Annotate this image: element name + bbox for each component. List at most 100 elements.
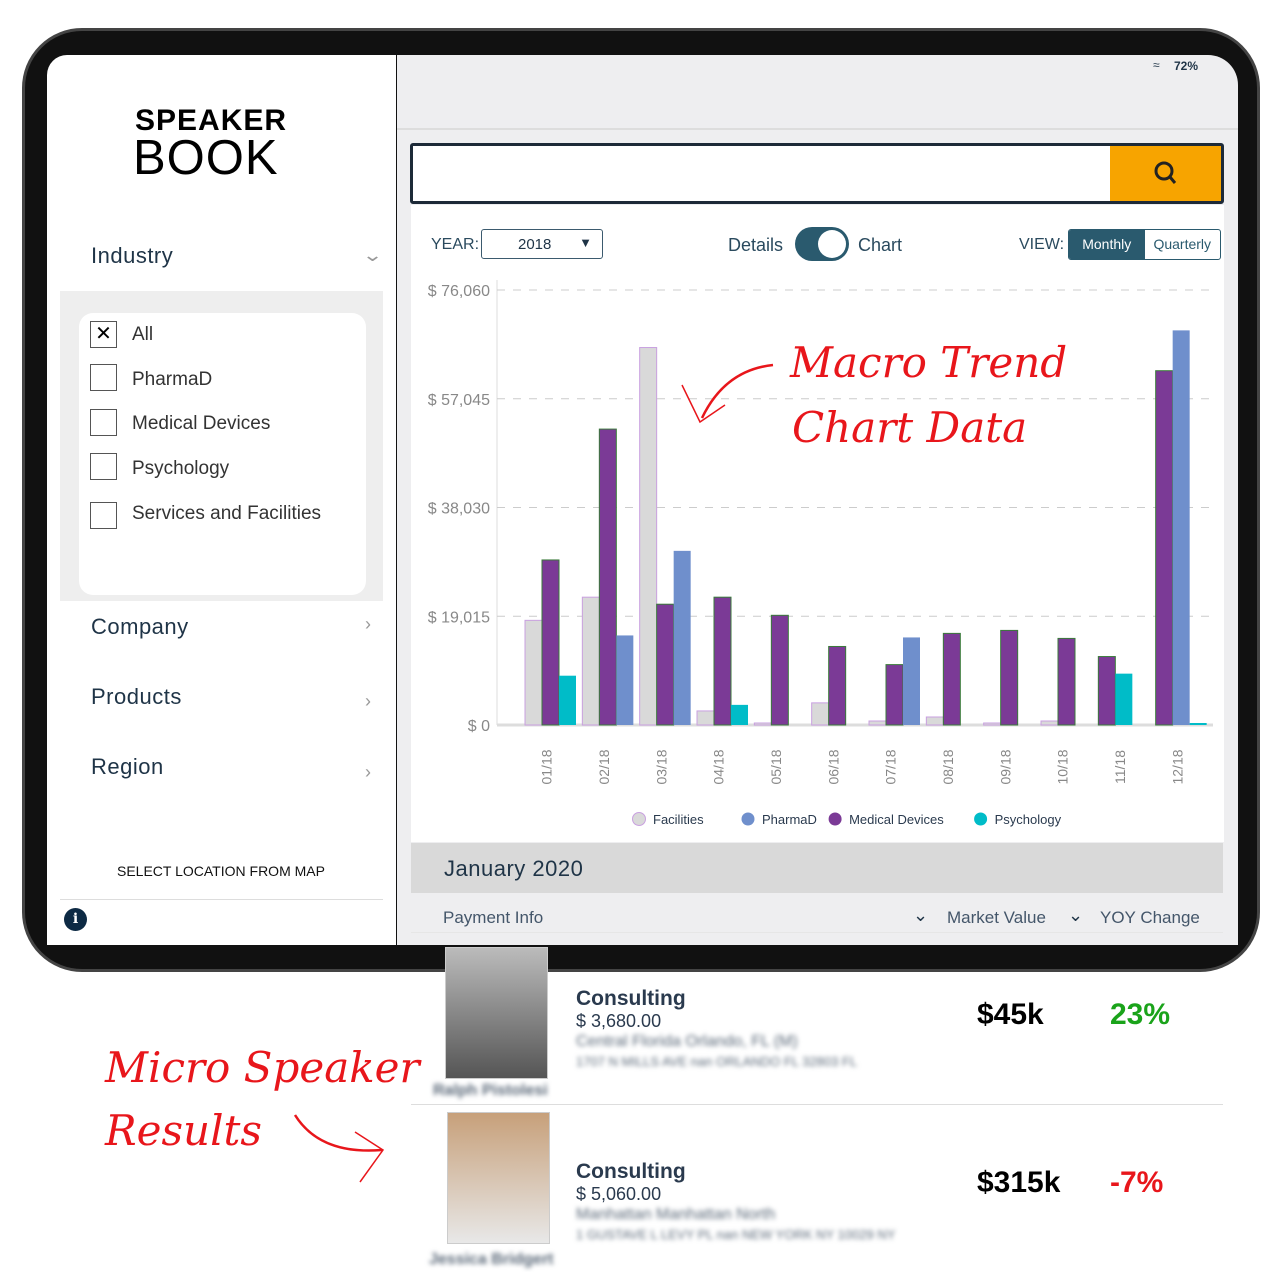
bar-facilities	[868, 720, 887, 726]
bar-pharmad	[673, 550, 691, 725]
option-label: All	[132, 324, 154, 345]
checkbox-services-facilities[interactable]	[90, 502, 117, 529]
speaker-name: Jessica Bridgert	[429, 1251, 554, 1268]
x-tick-label: 08/18	[940, 749, 956, 784]
payment-type: Consulting	[576, 1160, 686, 1183]
bar-facilities	[639, 347, 658, 726]
address: 1707 N MILLS AVE nan ORLANDO FL 32803 FL	[576, 1054, 858, 1069]
yoy-header[interactable]: YOY Change	[1100, 908, 1200, 928]
bar-facilities	[581, 596, 600, 726]
info-icon[interactable]: i	[64, 908, 87, 931]
bar-pharmad	[616, 635, 634, 725]
x-tick-label: 03/18	[653, 749, 669, 784]
legend-swatch	[974, 812, 988, 826]
bar-medical-devices	[598, 428, 617, 726]
bar-medical-devices	[541, 559, 560, 726]
legend-label: PharmaD	[762, 812, 817, 827]
legend-label: Medical Devices	[849, 812, 944, 827]
arrow-icon	[293, 1114, 385, 1183]
x-tick-label: 12/18	[1169, 749, 1185, 784]
annotation-micro-2: Results	[105, 1106, 262, 1155]
x-tick-label: 11/18	[1112, 750, 1128, 784]
checkbox-pharmad[interactable]	[90, 364, 117, 391]
chevron-right-icon[interactable]: ›	[365, 762, 371, 783]
bar-psychology	[1189, 722, 1207, 725]
view-segmented-control: Monthly Quarterly	[1068, 229, 1221, 260]
caret-down-icon: ▼	[579, 235, 592, 250]
bar-medical-devices	[656, 603, 675, 726]
view-label: VIEW:	[1019, 236, 1065, 253]
payment-type: Consulting	[576, 987, 686, 1010]
quarterly-button[interactable]: Quarterly	[1145, 230, 1221, 259]
bar-medical-devices	[1155, 370, 1174, 726]
bar-medical-devices	[713, 596, 732, 726]
search-icon	[1154, 161, 1177, 184]
payment-amount: $ 3,680.00	[576, 1011, 662, 1031]
legend-label: Psychology	[995, 812, 1062, 827]
bar-pharmad	[903, 637, 920, 725]
x-tick-label: 01/18	[539, 749, 555, 784]
bar-medical-devices	[942, 632, 961, 726]
legend-swatch	[632, 812, 646, 826]
list-item[interactable]: Ralph Pistolesi	[411, 940, 1223, 1105]
bar-psychology	[731, 704, 748, 725]
company-filter[interactable]: Company	[91, 614, 189, 640]
bar-medical-devices	[885, 664, 904, 726]
y-tick-label: $ 19,015	[428, 609, 490, 626]
annotation-micro-1: Micro Speaker	[105, 1043, 420, 1092]
products-filter[interactable]: Products	[91, 684, 182, 710]
avatar	[447, 1112, 550, 1244]
chevron-right-icon[interactable]: ›	[365, 614, 371, 635]
bar-psychology	[559, 675, 576, 725]
year-select[interactable]: 2018 ▼	[481, 229, 603, 259]
industry-filter[interactable]: Industry	[91, 243, 173, 269]
market-value: $315k	[977, 1166, 1061, 1199]
bar-facilities	[983, 722, 1002, 726]
arrow-icon	[681, 363, 774, 424]
bar-facilities	[925, 716, 944, 726]
year-value: 2018	[518, 236, 552, 253]
option-label: PharmaD	[132, 369, 213, 390]
year-label: YEAR:	[431, 236, 480, 253]
location: Manhattan Manhattan North	[576, 1206, 776, 1223]
chevron-right-icon[interactable]: ›	[365, 691, 371, 712]
bar-facilities	[696, 710, 715, 726]
checkbox-medical-devices[interactable]	[90, 409, 117, 436]
bar-facilities	[753, 722, 772, 726]
monthly-button[interactable]: Monthly	[1069, 230, 1145, 259]
location: Central Florida Orlando, FL (M)	[576, 1033, 798, 1050]
bar-medical-devices	[1097, 656, 1116, 726]
chevron-down-icon[interactable]: ⌄	[1068, 905, 1083, 926]
payment-amount: $ 5,060.00	[576, 1184, 662, 1204]
search-button[interactable]	[1110, 146, 1221, 201]
y-tick-label: $ 76,060	[428, 283, 490, 300]
option-label: Services and Facilities	[132, 503, 322, 524]
annotation-macro-2: Chart Data	[792, 403, 1028, 452]
battery-text: 72%	[1174, 59, 1199, 73]
option-label: Medical Devices	[132, 413, 271, 434]
list-item[interactable]: Jessica Bridgert	[411, 1108, 1223, 1272]
bar-medical-devices	[1000, 629, 1019, 726]
x-tick-label: 06/18	[825, 749, 841, 784]
market-value: $45k	[977, 998, 1044, 1031]
chevron-down-icon[interactable]: ⌄	[913, 905, 928, 926]
payment-info-header[interactable]: Payment Info	[443, 908, 543, 928]
avatar	[445, 947, 548, 1079]
bar-psychology	[1115, 673, 1133, 725]
market-value-header[interactable]: Market Value	[947, 908, 1046, 928]
wifi-icon: ≈	[1153, 58, 1160, 72]
checkbox-psychology[interactable]	[90, 453, 117, 480]
legend-label: Facilities	[653, 812, 704, 827]
month-header: January 2020	[411, 843, 1223, 893]
yoy-change: 23%	[1110, 998, 1171, 1031]
annotation-macro-1: Macro Trend	[790, 338, 1068, 387]
yoy-change: -7%	[1110, 1166, 1164, 1199]
details-chart-toggle[interactable]	[795, 227, 849, 261]
select-location-link[interactable]: SELECT LOCATION FROM MAP	[117, 863, 325, 879]
x-tick-label: 07/18	[883, 749, 899, 784]
search-input[interactable]	[410, 143, 1224, 204]
chevron-down-icon[interactable]: ⌄	[362, 245, 383, 266]
logo-book: BOOK	[133, 131, 279, 185]
region-filter[interactable]: Region	[91, 754, 164, 780]
checkbox-all[interactable]: ✕	[90, 321, 117, 348]
